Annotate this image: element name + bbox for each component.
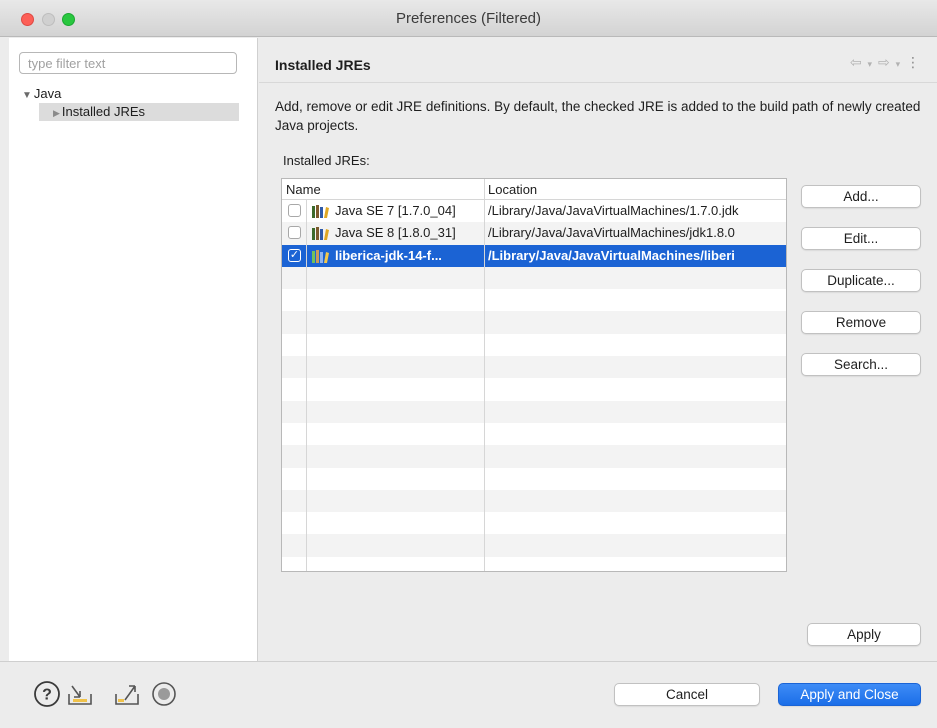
empty-row xyxy=(282,557,786,571)
record-icon[interactable] xyxy=(150,680,178,708)
export-icon[interactable] xyxy=(113,680,141,708)
empty-row xyxy=(282,400,786,423)
jre-checkbox[interactable] xyxy=(288,204,301,217)
table-row[interactable]: Java SE 8 [1.8.0_31] /Library/Java/JavaV… xyxy=(282,222,786,245)
collapsed-triangle-icon: ▶ xyxy=(53,108,60,118)
jre-library-icon xyxy=(312,205,329,218)
view-menu-icon[interactable]: ⋮ xyxy=(906,54,921,70)
tree-item-java[interactable]: ▼ Java xyxy=(22,86,61,101)
jre-checkbox[interactable] xyxy=(288,226,301,240)
empty-row xyxy=(282,512,786,534)
column-header-name[interactable]: Name xyxy=(286,182,321,197)
empty-row xyxy=(282,311,786,334)
jre-name: Java SE 7 [1.7.0_04] xyxy=(335,203,456,218)
cancel-button[interactable]: Cancel xyxy=(614,683,760,706)
window-title: Preferences (Filtered) xyxy=(395,10,542,27)
search-button[interactable]: Search... xyxy=(801,353,921,376)
empty-row xyxy=(282,378,786,400)
table-header: Name Location xyxy=(282,179,786,200)
page-navigation: ⇦ ▾ ⇨ ▾ ⋮ xyxy=(850,54,921,71)
empty-row xyxy=(282,289,786,311)
empty-row xyxy=(282,266,786,290)
jre-name: Java SE 8 [1.8.0_31] xyxy=(335,225,456,241)
tree-item-installed-jres[interactable]: ▶ Installed JREs xyxy=(39,103,239,121)
svg-text:?: ? xyxy=(42,687,52,704)
header-divider xyxy=(259,82,937,83)
jre-library-icon xyxy=(312,227,329,241)
title-bar: Preferences (Filtered) xyxy=(0,0,937,37)
import-icon[interactable] xyxy=(66,680,94,708)
page-title: Installed JREs xyxy=(275,57,371,73)
jre-checkbox-checked[interactable]: ✓ xyxy=(288,248,301,262)
table-body: Java SE 7 [1.7.0_04] /Library/Java/JavaV… xyxy=(282,200,786,571)
back-arrow-icon[interactable]: ⇦ xyxy=(850,54,863,70)
jre-location: /Library/Java/JavaVirtualMachines/liberi xyxy=(488,247,735,263)
jre-location: /Library/Java/JavaVirtualMachines/jdk1.8… xyxy=(488,225,735,241)
apply-and-close-button[interactable]: Apply and Close xyxy=(778,683,921,706)
empty-row xyxy=(282,423,786,445)
filter-input[interactable] xyxy=(19,52,237,74)
jre-name: liberica-jdk-14-f... xyxy=(335,247,442,263)
empty-row xyxy=(282,534,786,557)
preferences-tree-panel: ▼Java ▶Installed JREs xyxy=(9,38,258,661)
table-label: Installed JREs: xyxy=(283,153,370,168)
empty-row xyxy=(282,468,786,490)
installed-jres-table[interactable]: Name Location Java SE 7 [1.7.0_04] /Libr… xyxy=(281,178,787,572)
column-divider xyxy=(306,200,307,571)
duplicate-button[interactable]: Duplicate... xyxy=(801,269,921,292)
remove-button[interactable]: Remove xyxy=(801,311,921,334)
empty-row xyxy=(282,489,786,513)
help-icon[interactable]: ? xyxy=(33,680,61,708)
column-divider[interactable] xyxy=(484,179,485,571)
apply-button[interactable]: Apply xyxy=(807,623,921,646)
chevron-down-icon[interactable]: ▾ xyxy=(868,59,874,69)
table-row-selected[interactable]: ✓ liberica-jdk-14-f... /Library/Java/Jav… xyxy=(282,244,786,267)
preferences-window: Preferences (Filtered) ▼Java ▶Installed … xyxy=(0,0,937,728)
chevron-down-icon[interactable]: ▾ xyxy=(896,59,902,69)
forward-arrow-icon[interactable]: ⇨ xyxy=(878,54,891,70)
tree-item-label: Installed JREs xyxy=(61,104,146,119)
table-row[interactable]: Java SE 7 [1.7.0_04] /Library/Java/JavaV… xyxy=(282,200,786,222)
edit-button[interactable]: Edit... xyxy=(801,227,921,250)
jre-location: /Library/Java/JavaVirtualMachines/1.7.0.… xyxy=(488,203,739,218)
add-button[interactable]: Add... xyxy=(801,185,921,208)
column-header-location[interactable]: Location xyxy=(488,182,537,197)
page-description: Add, remove or edit JRE definitions. By … xyxy=(275,99,921,133)
jre-library-icon xyxy=(312,249,329,263)
tree-item-label: Java xyxy=(33,86,62,101)
empty-row xyxy=(282,334,786,356)
empty-row xyxy=(282,445,786,468)
empty-row xyxy=(282,356,786,379)
expanded-triangle-icon[interactable]: ▼ xyxy=(22,90,32,101)
